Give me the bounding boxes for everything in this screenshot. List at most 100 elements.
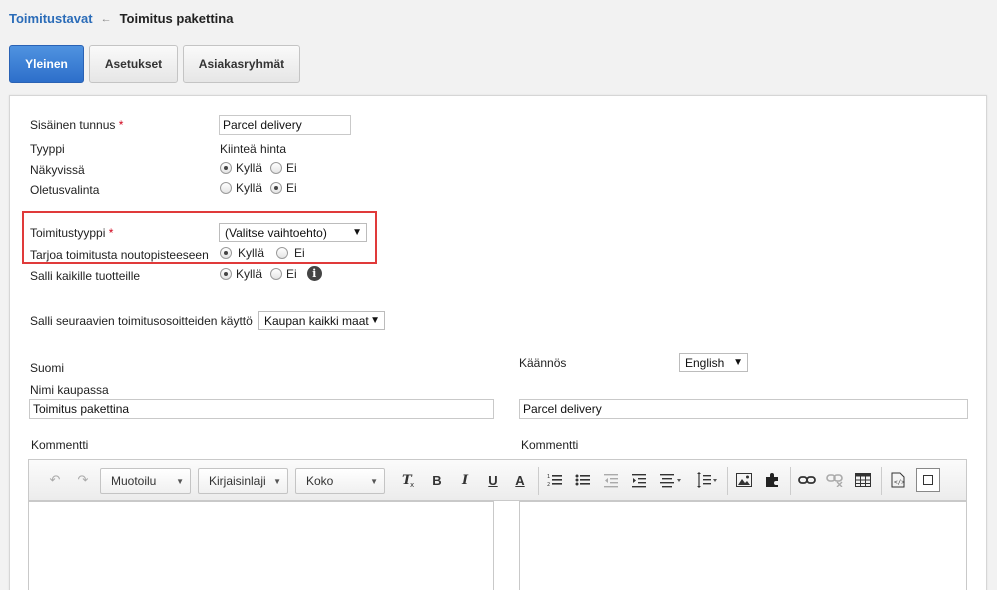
bullet-list-icon[interactable] bbox=[573, 469, 593, 491]
name-in-store-label: Nimi kaupassa bbox=[30, 383, 109, 397]
unlink-icon[interactable] bbox=[825, 469, 845, 491]
bold-button[interactable]: B bbox=[428, 469, 446, 491]
delivery-type-value: (Valitse vaihtoehto) bbox=[225, 225, 327, 240]
dropdown-arrow-icon: ▼ bbox=[733, 357, 743, 368]
font-color-button[interactable]: A bbox=[511, 469, 529, 491]
align-dropdown-icon[interactable] bbox=[657, 469, 685, 491]
comment-label-fi: Kommentti bbox=[31, 438, 89, 452]
page-title: Toimitus pakettina bbox=[119, 11, 234, 26]
svg-text:</>: </> bbox=[894, 479, 905, 486]
addresses-label: Salli seuraavien toimitusosoitteiden käy… bbox=[30, 314, 253, 328]
tab-label: Yleinen bbox=[25, 57, 68, 71]
tab-yleinen[interactable]: Yleinen bbox=[9, 45, 84, 83]
clear-format-icon[interactable]: Tx bbox=[399, 469, 417, 491]
type-label: Tyyppi bbox=[30, 142, 65, 156]
required-mark: * bbox=[108, 226, 114, 240]
link-icon[interactable] bbox=[797, 469, 817, 491]
format-dropdown-label: Muotoilu bbox=[111, 474, 157, 488]
addresses-select[interactable]: Kaupan kaikki maat ▼ bbox=[258, 311, 385, 330]
dropdown-arrow-icon: ▼ bbox=[352, 227, 362, 238]
tab-asetukset[interactable]: Asetukset bbox=[89, 45, 178, 83]
source-code-icon[interactable]: </> bbox=[888, 469, 908, 491]
tab-label: Asiakasryhmät bbox=[198, 57, 285, 71]
all-products-no-label: Ei bbox=[286, 266, 297, 281]
addresses-value: Kaupan kaikki maat bbox=[264, 313, 369, 328]
editor-toolbar: ↶ ↷ Muotoilu ▼ Kirjaisinlaji ▼ Koko ▼ Tx… bbox=[28, 459, 967, 501]
svg-text:1: 1 bbox=[547, 474, 550, 480]
visible-label: Näkyvissä bbox=[30, 163, 85, 177]
all-products-radio-group: Kyllä Ei i bbox=[220, 266, 322, 281]
underline-button[interactable]: U bbox=[484, 469, 502, 491]
source-language-label: Suomi bbox=[30, 361, 65, 375]
format-dropdown[interactable]: Muotoilu ▼ bbox=[100, 468, 191, 494]
default-choice-yes-radio[interactable] bbox=[220, 182, 232, 194]
name-fi-input[interactable] bbox=[29, 399, 494, 419]
default-choice-radio-group: Kyllä Ei bbox=[220, 181, 297, 195]
all-products-yes-label: Kyllä bbox=[236, 266, 263, 281]
size-dropdown-label: Koko bbox=[306, 474, 334, 488]
visible-radio-group: Kyllä Ei bbox=[220, 161, 297, 175]
translation-label: Käännös bbox=[519, 356, 567, 370]
pickup-points-no-label: Ei bbox=[294, 246, 305, 260]
font-dropdown[interactable]: Kirjaisinlaji ▼ bbox=[198, 468, 288, 494]
comment-editor-en[interactable] bbox=[519, 501, 967, 590]
pickup-points-no-radio[interactable] bbox=[276, 247, 289, 259]
svg-text:2: 2 bbox=[547, 482, 550, 488]
delivery-type-label-text: Toimitustyyppi bbox=[30, 226, 106, 240]
redo-icon[interactable]: ↷ bbox=[74, 469, 92, 491]
font-dropdown-label: Kirjaisinlaji bbox=[209, 474, 266, 488]
line-height-icon[interactable] bbox=[693, 469, 721, 491]
internal-id-label-text: Sisäinen tunnus bbox=[30, 118, 116, 132]
tab-asiakasryhmat[interactable]: Asiakasryhmät bbox=[183, 45, 300, 83]
translation-language-value: English bbox=[685, 355, 725, 370]
info-icon[interactable]: i bbox=[306, 266, 322, 281]
comment-editor-fi[interactable] bbox=[28, 501, 494, 590]
visible-yes-radio[interactable] bbox=[220, 162, 232, 174]
visible-no-radio[interactable] bbox=[270, 162, 283, 174]
image-icon[interactable] bbox=[734, 469, 754, 491]
all-products-label: Salli kaikille tuotteille bbox=[30, 269, 141, 283]
dropdown-arrow-icon: ▼ bbox=[370, 315, 380, 326]
pickup-points-label: Tarjoa toimitusta noutopisteeseen bbox=[30, 248, 209, 262]
table-icon[interactable] bbox=[853, 469, 873, 491]
plugin-puzzle-icon[interactable] bbox=[762, 469, 782, 491]
visible-yes-label: Kyllä bbox=[236, 161, 263, 175]
internal-id-label: Sisäinen tunnus * bbox=[30, 118, 123, 132]
tab-label: Asetukset bbox=[104, 57, 163, 71]
type-value: Kiinteä hinta bbox=[220, 142, 287, 156]
breadcrumb-parent-link[interactable]: Toimitustavat bbox=[9, 11, 93, 26]
required-mark: * bbox=[118, 118, 124, 132]
name-en-input[interactable] bbox=[519, 399, 968, 419]
all-products-yes-radio[interactable] bbox=[220, 267, 232, 280]
toolbar-separator bbox=[538, 467, 539, 495]
svg-text:x: x bbox=[410, 481, 414, 488]
numbered-list-icon[interactable]: 12 bbox=[545, 469, 565, 491]
indent-icon[interactable] bbox=[629, 469, 649, 491]
breadcrumb: Toimitustavat ← Toimitus pakettina bbox=[9, 11, 233, 26]
caret-down-icon: ▼ bbox=[273, 476, 281, 486]
all-products-no-radio[interactable] bbox=[270, 267, 283, 280]
default-choice-yes-label: Kyllä bbox=[236, 181, 263, 195]
fullscreen-icon[interactable] bbox=[916, 468, 940, 492]
italic-button[interactable]: I bbox=[456, 469, 474, 491]
comment-label-en: Kommentti bbox=[521, 438, 579, 452]
breadcrumb-arrow-icon: ← bbox=[100, 12, 112, 25]
toolbar-separator bbox=[727, 467, 728, 495]
caret-down-icon: ▼ bbox=[176, 476, 184, 486]
default-choice-no-radio[interactable] bbox=[270, 182, 283, 194]
translation-language-select[interactable]: English ▼ bbox=[679, 353, 748, 372]
undo-icon[interactable]: ↶ bbox=[46, 469, 64, 491]
pickup-points-radio-group: Kyllä Ei bbox=[220, 246, 305, 260]
visible-no-label: Ei bbox=[286, 161, 297, 175]
default-choice-label: Oletusvalinta bbox=[30, 183, 100, 197]
internal-id-input[interactable] bbox=[219, 115, 351, 135]
delivery-type-label: Toimitustyyppi * bbox=[30, 226, 113, 240]
outdent-icon[interactable] bbox=[601, 469, 621, 491]
pickup-points-yes-radio[interactable] bbox=[220, 247, 232, 259]
toolbar-separator bbox=[790, 467, 791, 495]
caret-down-icon: ▼ bbox=[370, 476, 378, 486]
pickup-points-yes-label: Kyllä bbox=[238, 246, 265, 260]
toolbar-separator bbox=[881, 467, 882, 495]
size-dropdown[interactable]: Koko ▼ bbox=[295, 468, 385, 494]
delivery-type-select[interactable]: (Valitse vaihtoehto) ▼ bbox=[219, 223, 367, 242]
